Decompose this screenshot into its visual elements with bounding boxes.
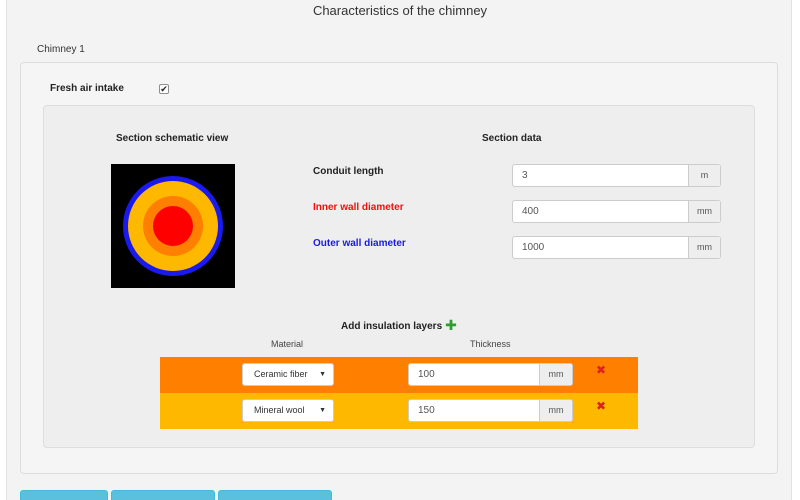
material-column-header: Material: [271, 339, 304, 349]
outer-wall-diameter-input-group: 1000 mm: [512, 236, 721, 259]
fresh-air-intake-label: Fresh air intake: [50, 83, 124, 94]
thickness-unit: mm: [539, 400, 572, 421]
thickness-input[interactable]: 100: [409, 364, 539, 385]
material-select-value: Mineral wool: [254, 405, 305, 415]
remove-layer-icon[interactable]: ✖: [596, 363, 606, 377]
add-insulation-layers-label: Add insulation layers: [341, 321, 443, 332]
conduit-length-unit: m: [688, 165, 720, 186]
bottom-action-button[interactable]: [20, 490, 108, 500]
thickness-input-group: 150 mm: [408, 399, 573, 422]
fresh-air-intake-checkbox[interactable]: ✔: [159, 84, 169, 94]
insulation-layer-row: Mineral wool ▼ 150 mm ✖: [160, 393, 638, 429]
section-data-heading: Section data: [482, 133, 542, 144]
thickness-input-group: 100 mm: [408, 363, 573, 386]
inner-wall-diameter-input-group: 400 mm: [512, 200, 721, 223]
insulation-layer-row: Ceramic fiber ▼ 100 mm ✖: [160, 357, 638, 393]
bottom-action-button[interactable]: [111, 490, 215, 500]
thickness-column-header: Thickness: [470, 339, 511, 349]
bottom-action-button[interactable]: [218, 490, 332, 500]
plus-icon[interactable]: ✚: [445, 317, 457, 333]
material-select[interactable]: Ceramic fiber ▼: [242, 363, 334, 386]
tab-chimney-1[interactable]: Chimney 1: [37, 44, 85, 55]
material-select[interactable]: Mineral wool ▼: [242, 399, 334, 422]
outer-wall-diameter-unit: mm: [688, 237, 720, 258]
chevron-down-icon: ▼: [319, 407, 326, 414]
conduit-length-label: Conduit length: [313, 166, 384, 177]
inner-wall-diameter-input[interactable]: 400: [513, 201, 688, 222]
conduit-length-input[interactable]: 3: [513, 165, 688, 186]
outer-wall-diameter-label: Outer wall diameter: [313, 238, 406, 249]
chevron-down-icon: ▼: [319, 371, 326, 378]
remove-layer-icon[interactable]: ✖: [596, 399, 606, 413]
inner-conduit: [153, 206, 193, 246]
section-schematic-heading: Section schematic view: [116, 133, 229, 144]
material-select-value: Ceramic fiber: [254, 369, 308, 379]
conduit-length-input-group: 3 m: [512, 164, 721, 187]
thickness-input[interactable]: 150: [409, 400, 539, 421]
add-insulation-layers: Add insulation layers ✚: [341, 317, 457, 334]
page-title: Characteristics of the chimney: [312, 3, 488, 18]
thickness-unit: mm: [539, 364, 572, 385]
inner-wall-diameter-unit: mm: [688, 201, 720, 222]
inner-wall-diameter-label: Inner wall diameter: [313, 202, 404, 213]
outer-wall-diameter-input[interactable]: 1000: [513, 237, 688, 258]
chimney-section-schematic: [111, 164, 235, 288]
